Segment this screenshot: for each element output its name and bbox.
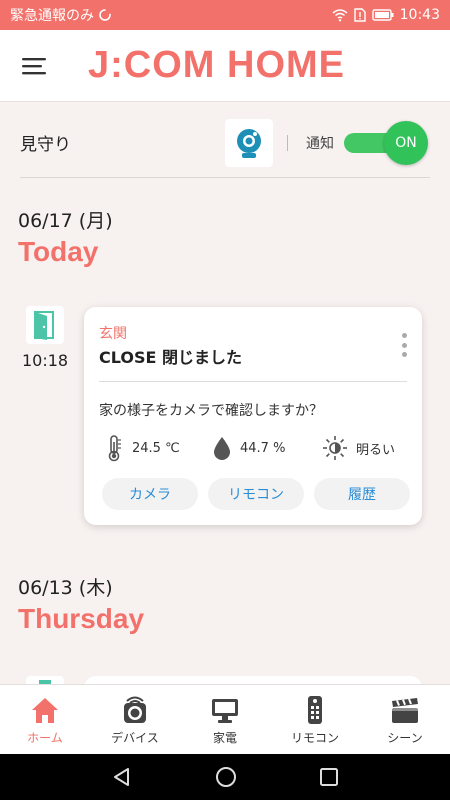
event-card[interactable]: 玄関 CLOSE 閉じました 家の様子をカメラで確認しますか？ 24.5 ℃ 4… xyxy=(84,307,422,525)
water-drop-icon xyxy=(214,437,230,460)
humidity-value: 44.7 % xyxy=(240,440,286,456)
temperature-value: 24.5 ℃ xyxy=(132,440,180,456)
notify-label: 通知 xyxy=(306,135,334,152)
remote-icon xyxy=(308,695,322,724)
event-time: 10:18 xyxy=(22,351,69,370)
door-icon xyxy=(34,311,54,340)
divider xyxy=(287,134,288,151)
app-header: J:COM HOME xyxy=(0,30,450,102)
watch-row: 見守り 通知 ON xyxy=(20,108,430,178)
watch-label: 見守り xyxy=(20,135,71,155)
section-date: 06/17 (月) xyxy=(18,210,113,232)
event-title: CLOSE 閉じました xyxy=(99,348,242,367)
tab-home[interactable]: ホーム xyxy=(0,685,90,755)
sim-alert-icon xyxy=(353,8,366,22)
door-event-icon xyxy=(26,306,64,344)
card-actions: カメラ リモコン 履歴 xyxy=(102,478,410,510)
device-icon xyxy=(124,696,146,723)
home-icon xyxy=(32,697,58,723)
card-divider xyxy=(99,381,407,382)
temperature-reading: 24.5 ℃ xyxy=(104,433,180,463)
humidity-reading: 44.7 % xyxy=(212,433,285,463)
recents-icon[interactable] xyxy=(319,767,339,787)
app-logo: J:COM HOME xyxy=(88,44,345,86)
remote-action-button[interactable]: リモコン xyxy=(208,478,304,510)
clock: 10:43 xyxy=(399,7,440,23)
tab-device[interactable]: デバイス xyxy=(90,685,180,755)
section-day-title: Thursday xyxy=(18,603,145,634)
sync-icon xyxy=(99,9,111,21)
tab-label: シーン xyxy=(387,730,423,745)
brightness-value: 明るい xyxy=(356,442,396,458)
monitor-icon xyxy=(212,698,238,723)
battery-icon xyxy=(371,9,394,21)
camera-button[interactable] xyxy=(225,118,273,167)
back-icon[interactable] xyxy=(111,766,133,788)
tab-appliance[interactable]: 家電 xyxy=(180,685,270,755)
camera-icon xyxy=(237,128,261,158)
emergency-only-text: 緊急通報のみ xyxy=(10,8,94,24)
status-bar: 緊急通報のみ 10:43 xyxy=(0,0,450,30)
clapper-icon xyxy=(392,697,418,723)
thermometer-icon xyxy=(108,435,121,462)
tab-scene[interactable]: シーン xyxy=(360,685,450,755)
brightness-icon xyxy=(323,436,347,460)
history-action-button[interactable]: 履歴 xyxy=(314,478,410,510)
tab-label: ホーム xyxy=(27,730,63,745)
wifi-icon xyxy=(332,9,348,22)
tab-remote[interactable]: リモコン xyxy=(270,685,360,755)
notify-toggle[interactable]: ON xyxy=(344,120,430,165)
tab-label: リモコン xyxy=(290,730,339,745)
hamburger-icon xyxy=(22,57,46,74)
event-location: 玄関 xyxy=(99,326,127,342)
system-nav-bar xyxy=(0,754,450,800)
brightness-reading: 明るい xyxy=(322,433,395,463)
tab-label: 家電 xyxy=(212,730,237,745)
menu-button[interactable] xyxy=(0,30,70,102)
more-options-icon[interactable] xyxy=(400,333,408,357)
section-date: 06/13 (木) xyxy=(18,577,113,599)
tab-label: デバイス xyxy=(111,730,159,745)
home-circle-icon[interactable] xyxy=(214,765,238,789)
toggle-knob: ON xyxy=(384,120,428,165)
camera-question: 家の様子をカメラで確認しますか？ xyxy=(99,403,323,419)
camera-action-button[interactable]: カメラ xyxy=(102,478,198,510)
bottom-tab-bar: ホーム デバイス 家電 リモコン シーン xyxy=(0,684,450,754)
section-day-title: Today xyxy=(18,236,99,267)
